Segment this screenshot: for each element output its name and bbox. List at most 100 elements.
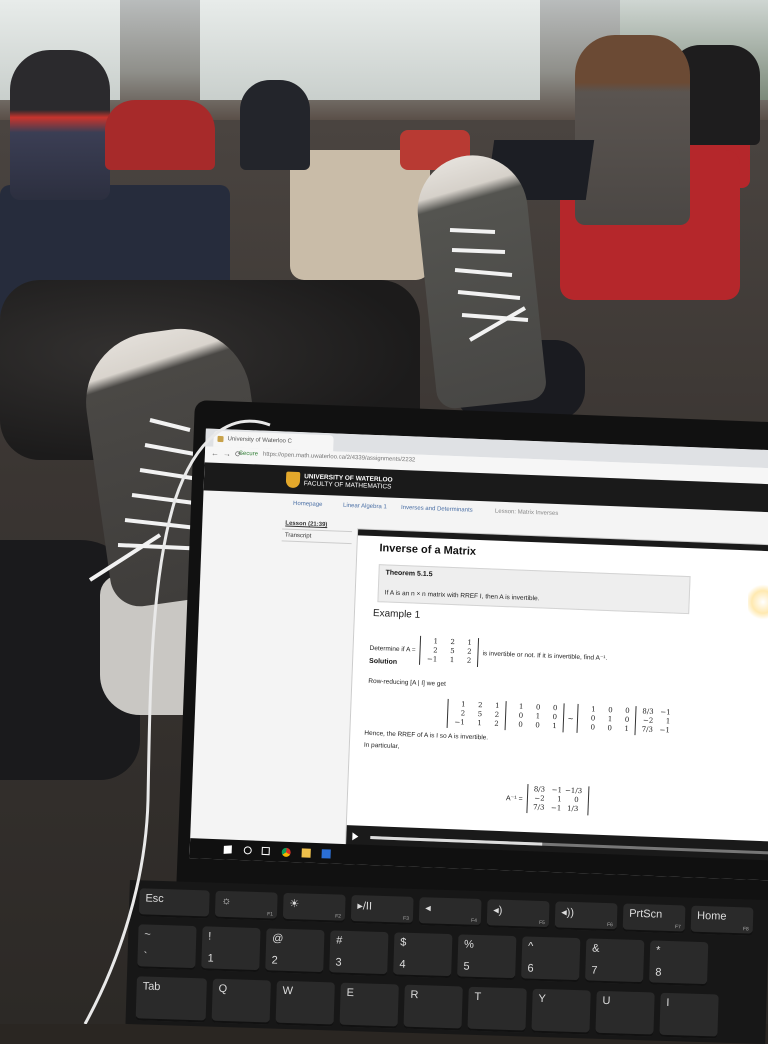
lesson-title: Inverse of a Matrix <box>379 542 477 558</box>
key-sublabel: 7 <box>591 964 598 977</box>
browser-tab-title: University of Waterloo C <box>227 436 293 445</box>
augmented-matrix: 1 2 1 2 5 2 −1 1 2 100010001 <box>446 698 565 733</box>
matrix-row: −1 1 2 <box>423 655 474 666</box>
reduced-right: 8/3 −1 −2 1 7/3 −1 <box>636 706 694 737</box>
key-sublabel: F3 <box>402 915 410 922</box>
search-icon[interactable] <box>243 846 252 855</box>
key-row1-4[interactable]: ◂ F4 <box>418 897 482 928</box>
keyboard: Esc ☼ F1 ☀ F2 ▸/II F3 ◂ F4 ◂) F5 ◂)) F6 PrtScn F7 Home F… <box>125 880 768 1044</box>
matrix-cell: −1 <box>550 803 562 813</box>
key-row2-3[interactable]: #3 <box>329 930 389 977</box>
key-row3-8[interactable]: I <box>659 992 719 1039</box>
key-label: T <box>474 990 482 1004</box>
key-label: ☼ <box>221 894 232 908</box>
key-row1-2[interactable]: ☀ F2 <box>282 892 346 923</box>
key-sublabel: F6 <box>606 922 613 929</box>
key-row3-2[interactable]: W <box>275 980 335 1027</box>
task-view-icon[interactable] <box>261 846 270 856</box>
matrix-cell: 2 <box>494 719 499 728</box>
key-label: W <box>282 984 294 998</box>
key-label: U <box>602 994 611 1008</box>
matrix-cell <box>673 733 690 734</box>
augmented-right: 100010001 <box>506 701 564 732</box>
key-label: # <box>336 934 343 947</box>
windows-start-icon[interactable] <box>223 845 232 854</box>
key-row3-1[interactable]: Q <box>211 978 271 1025</box>
key-label: R <box>410 988 419 1002</box>
matrix-cell <box>674 715 691 716</box>
key-row2-2[interactable]: @2 <box>265 928 325 975</box>
matrix-cell: −1 <box>659 726 671 735</box>
breadcrumb-item[interactable]: Homepage <box>293 501 323 508</box>
key-sublabel: 3 <box>335 956 342 969</box>
key-label: ^ <box>527 940 534 953</box>
key-label: ! <box>208 930 212 943</box>
key-row2-6[interactable]: ^ 6 <box>521 936 581 983</box>
key-row1-5[interactable]: ◂) F5 <box>486 899 550 930</box>
key-sublabel: 6 <box>527 962 534 975</box>
key-label: ◂) <box>493 904 503 917</box>
uw-crest-icon <box>285 471 301 489</box>
key-label: * <box>655 944 661 957</box>
key-label: E <box>346 986 355 1000</box>
question-prefix: Determine if A = <box>369 644 416 654</box>
key-label: ~ <box>144 928 151 941</box>
breadcrumb-item[interactable]: Linear Algebra 1 <box>343 503 387 511</box>
matrix-cell: 1 <box>477 719 482 728</box>
key-row3-7[interactable]: U <box>595 990 655 1037</box>
key-label: % <box>463 938 475 951</box>
matrix-cell: 0 <box>518 720 523 729</box>
play-icon[interactable] <box>352 832 359 841</box>
key-row1-8[interactable]: Home F8 <box>690 905 754 936</box>
key-sublabel: F1 <box>267 911 274 918</box>
reduced-matrix: 100010001 8/3 −1 −2 1 7/3 −1 <box>576 703 694 738</box>
key-row1-1[interactable]: ☼ F1 <box>214 890 278 921</box>
key-sublabel: 8 <box>655 966 662 979</box>
key-label: Tab <box>142 980 161 994</box>
key-label: Esc <box>145 892 164 906</box>
augmented-left: 1 2 1 2 5 2 −1 1 2 <box>447 698 507 731</box>
key-sublabel: F5 <box>538 919 545 927</box>
key-label: I <box>666 996 670 1010</box>
key-sublabel: 5 <box>463 960 470 973</box>
laptop: University of Waterloo C ←→⟳ Secure http… <box>175 400 768 943</box>
key-row2-8[interactable]: * 8 <box>648 940 709 987</box>
matrix-cell: 7/3 <box>641 725 654 734</box>
key-row3-5[interactable]: T <box>467 986 527 1033</box>
key-sublabel: F4 <box>470 917 477 924</box>
key-row3-3[interactable]: E <box>339 982 399 1029</box>
chrome-icon[interactable] <box>281 847 291 858</box>
key-row3-6[interactable]: Y <box>531 988 591 1035</box>
address-text[interactable]: https://open.math.uwaterloo.ca/2/4339/as… <box>263 452 416 464</box>
key-row2-5[interactable]: % 5 <box>457 934 517 981</box>
key-label: $ <box>399 936 407 949</box>
laptop-screen: University of Waterloo C ←→⟳ Secure http… <box>189 428 768 881</box>
lesson-panel: Inverse of a Matrix Theorem 5.1.5 If A i… <box>344 528 768 868</box>
theorem-text: If A is an n × n matrix with RREF I, the… <box>384 589 540 603</box>
matrix-row: −1 1 2 <box>451 718 502 729</box>
matrix-cell: −1 <box>454 718 465 727</box>
key-row1-0[interactable]: Esc <box>138 888 210 919</box>
key-row2-1[interactable]: ! 1 <box>201 926 261 973</box>
matrix-cell: 7/3 <box>532 803 545 812</box>
key-label: ◂)) <box>561 906 575 919</box>
key-row2-0[interactable]: ~ ` <box>137 924 197 971</box>
video-progress-fill <box>370 836 543 846</box>
key-row2-4[interactable]: $4 <box>393 932 453 979</box>
key-row3-0[interactable]: Tab <box>135 976 207 1023</box>
sidebar-item-transcript[interactable]: Transcript <box>281 529 353 545</box>
matrix-row: 0 0 1 <box>581 723 632 734</box>
key-row2-7[interactable]: & 7 <box>585 938 645 985</box>
breadcrumb-item[interactable]: Inverses and Determinants <box>401 505 473 514</box>
hence-text: Hence, the RREF of A is I so A is invert… <box>364 729 489 742</box>
site-name[interactable]: UNIVERSITY OF WATERLOO FACULTY OF MATHEM… <box>304 473 393 490</box>
tilde-symbol: ~ <box>567 713 574 724</box>
key-row1-6[interactable]: ◂)) F6 <box>554 901 618 932</box>
matrix-cell: 1 <box>624 724 630 733</box>
store-icon[interactable] <box>321 849 331 859</box>
key-row1-3[interactable]: ▸/II F3 <box>350 894 414 925</box>
key-row1-7[interactable]: PrtScn F7 <box>622 903 686 934</box>
matrix-cell: 0 <box>590 723 596 732</box>
file-explorer-icon[interactable] <box>301 848 311 858</box>
key-label: ▸/II <box>357 900 373 913</box>
